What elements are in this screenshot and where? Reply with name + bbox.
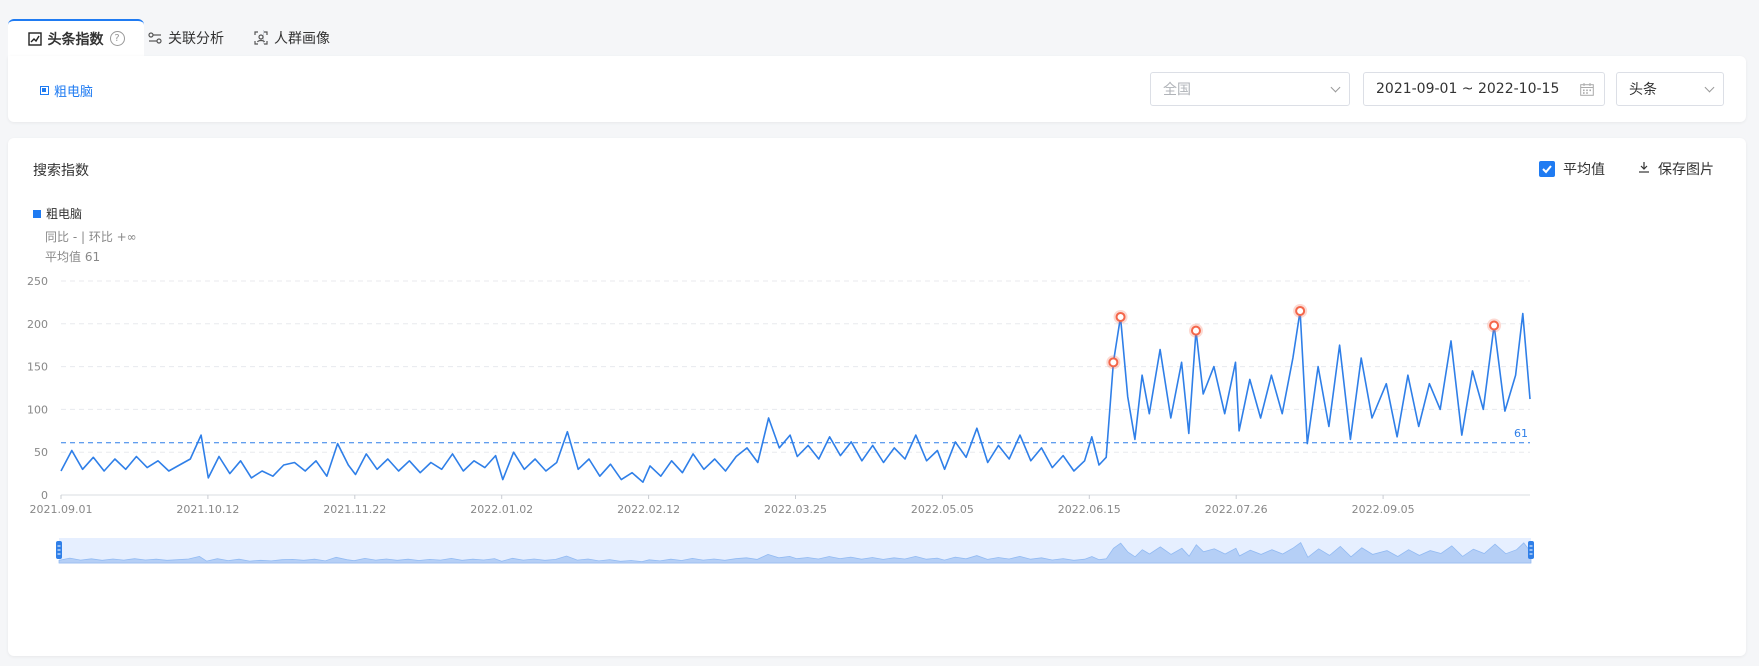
peak-marker (1108, 357, 1119, 368)
chevron-down-icon (1704, 82, 1715, 93)
date-range-value: 2021-09-01 ~ 2022-10-15 (1376, 81, 1560, 97)
tab-label: 头条指数 (47, 31, 104, 48)
x-tick-label: 2021.09.01 (30, 503, 93, 516)
y-tick-label: 200 (27, 318, 48, 331)
y-tick-label: 250 (27, 275, 48, 288)
keyword-color-icon (40, 86, 49, 95)
trend-chart-icon (27, 31, 42, 46)
top-tab-bar: 头条指数 ? 关联分析 人群画像 (0, 0, 1759, 56)
chevron-down-icon (1330, 82, 1341, 93)
peak-marker (1295, 305, 1306, 316)
link-analysis-icon (148, 31, 162, 45)
tab-label: 关联分析 (168, 30, 224, 47)
user-portrait-icon (254, 30, 268, 45)
average-line-label: 61 (1514, 427, 1528, 440)
tab-headline-index[interactable]: 头条指数 ? (8, 19, 144, 56)
x-tick-label: 2022.02.12 (617, 503, 680, 516)
search-index-line-chart: 0 50 100 150 200 250 2021.09.01 2021.10.12 2021.… (27, 275, 1534, 564)
region-select[interactable]: 全国 (1150, 72, 1350, 106)
calendar-icon (1580, 83, 1594, 100)
filter-bar: 粗电脑 全国 2021-09-01 ~ 2022-10-15 头条 (8, 56, 1746, 122)
tab-audience-portrait[interactable]: 人群画像 (254, 19, 330, 56)
x-tick-label: 2022.06.15 (1058, 503, 1121, 516)
y-tick-label: 100 (27, 403, 48, 416)
search-index-panel: 搜索指数 平均值 保存图片 粗电脑 同比 - | 环比 +∞ 平均值 61 05… (8, 138, 1746, 656)
x-tick-label: 2022.01.02 (470, 503, 533, 516)
x-tick-label: 2022.03.25 (764, 503, 827, 516)
y-tick-label: 150 (27, 361, 48, 374)
platform-select[interactable]: 头条 (1616, 72, 1724, 106)
x-tick-label: 2022.05.05 (911, 503, 974, 516)
tab-label: 人群画像 (274, 30, 330, 47)
range-slider-left-handle[interactable] (56, 541, 62, 559)
keyword-chip[interactable]: 粗电脑 (40, 81, 93, 100)
tab-related-analysis[interactable]: 关联分析 (148, 19, 224, 56)
platform-select-value: 头条 (1629, 82, 1657, 98)
series-line (60, 310, 1531, 484)
x-tick-label: 2021.10.12 (176, 503, 239, 516)
region-select-value: 全国 (1163, 82, 1191, 98)
range-slider-right-handle[interactable] (1528, 541, 1534, 559)
peak-marker (1190, 325, 1201, 336)
date-range-picker[interactable]: 2021-09-01 ~ 2022-10-15 (1363, 72, 1605, 106)
x-tick-label: 2022.09.05 (1352, 503, 1415, 516)
x-tick-label: 2021.11.22 (323, 503, 386, 516)
keyword-label: 粗电脑 (54, 85, 94, 100)
help-icon[interactable]: ? (109, 31, 125, 46)
x-tick-label: 2022.07.26 (1205, 503, 1268, 516)
y-tick-label: 0 (41, 489, 48, 502)
y-tick-label: 50 (34, 446, 48, 459)
peak-marker (1489, 320, 1500, 331)
peak-marker (1115, 311, 1126, 322)
